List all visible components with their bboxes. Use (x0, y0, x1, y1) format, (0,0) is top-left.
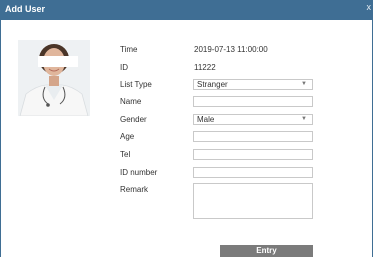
time-label: Time (120, 45, 138, 54)
tel-label: Tel (120, 150, 131, 159)
id-value: 11222 (194, 63, 216, 72)
gender-value: Male (197, 115, 215, 124)
gender-select[interactable]: Male ▼ (193, 114, 313, 125)
dialog-title: Add User (5, 4, 46, 14)
close-icon[interactable]: x (367, 3, 372, 12)
id-label: ID (120, 63, 128, 72)
age-label: Age (120, 132, 135, 141)
remark-textarea[interactable] (193, 183, 313, 219)
list-type-select[interactable]: Stranger ▼ (193, 79, 313, 90)
portrait-image (18, 40, 90, 116)
list-type-label: List Type (120, 80, 152, 89)
age-input[interactable] (193, 131, 313, 142)
dialog-title-bar[interactable]: Add User x (1, 0, 373, 20)
list-type-value: Stranger (197, 80, 228, 89)
tel-input[interactable] (193, 149, 313, 160)
entry-button[interactable]: Entry (220, 245, 313, 257)
name-label: Name (120, 97, 142, 106)
time-value: 2019-07-13 11:00:00 (194, 45, 268, 54)
id-number-label: ID number (120, 168, 158, 177)
chevron-down-icon: ▼ (301, 116, 307, 122)
chevron-down-icon: ▼ (301, 81, 307, 87)
add-user-dialog: Add User x Time 2019-07-13 11:00:00 ID 1… (0, 0, 373, 257)
gender-label: Gender (120, 115, 147, 124)
remark-label: Remark (120, 185, 149, 194)
id-number-input[interactable] (193, 167, 313, 178)
user-photo (18, 40, 90, 116)
name-input[interactable] (193, 96, 313, 107)
